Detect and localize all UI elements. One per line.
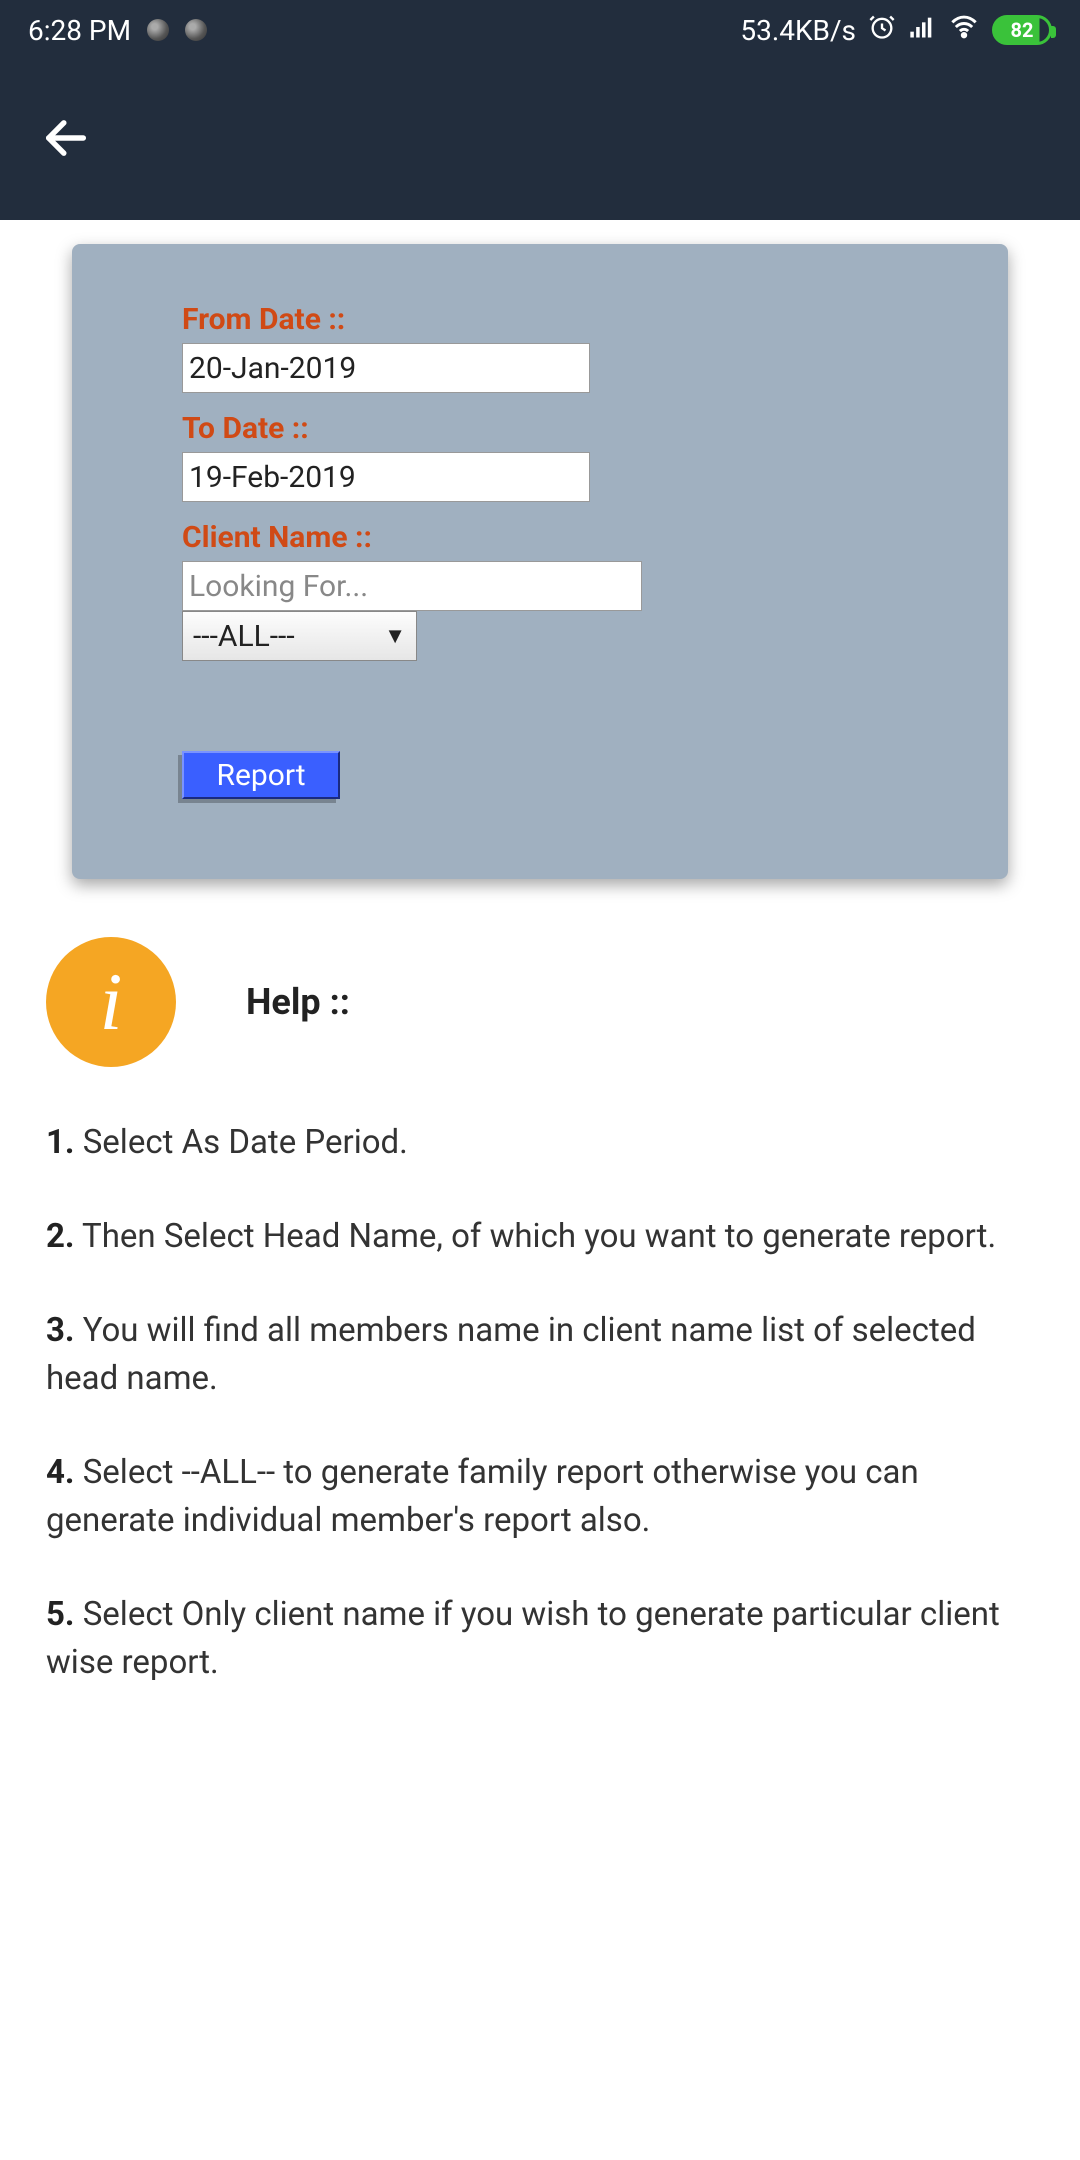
to-date-input[interactable]: 19-Feb-2019	[182, 452, 590, 502]
info-icon: i	[46, 937, 176, 1067]
status-dot-icon	[185, 19, 207, 41]
select-value: ---ALL---	[193, 619, 295, 654]
status-dot-icon	[147, 19, 169, 41]
signal-icon	[908, 13, 936, 48]
help-item: 3. You will find all members name in cli…	[46, 1307, 1034, 1403]
client-name-input[interactable]: Looking For...	[182, 561, 642, 611]
help-instructions: 1. Select As Date Period. 2. Then Select…	[46, 1119, 1034, 1687]
help-item: 1. Select As Date Period.	[46, 1119, 1034, 1167]
alarm-icon	[868, 13, 896, 48]
help-header: i Help ::	[46, 937, 1080, 1067]
chevron-down-icon: ▼	[384, 623, 406, 649]
help-item: 2. Then Select Head Name, of which you w…	[46, 1213, 1034, 1261]
report-button[interactable]: Report	[182, 751, 340, 799]
wifi-icon	[948, 13, 980, 48]
help-item: 4. Select --ALL-- to generate family rep…	[46, 1449, 1034, 1545]
status-time: 6:28 PM	[28, 14, 131, 47]
back-arrow-icon[interactable]	[40, 112, 92, 168]
help-item: 5. Select Only client name if you wish t…	[46, 1591, 1034, 1687]
from-date-input[interactable]: 20-Jan-2019	[182, 343, 590, 393]
status-bar: 6:28 PM 53.4KB/s 82	[0, 0, 1080, 60]
help-title: Help ::	[246, 981, 350, 1023]
network-speed: 53.4KB/s	[740, 14, 856, 47]
client-filter-select[interactable]: ---ALL--- ▼	[182, 611, 417, 661]
app-bar	[0, 60, 1080, 220]
report-form-card: From Date :: 20-Jan-2019 To Date :: 19-F…	[72, 244, 1008, 879]
to-date-label: To Date ::	[182, 411, 898, 446]
client-name-label: Client Name ::	[182, 520, 898, 555]
battery-icon: 82	[992, 15, 1052, 45]
from-date-label: From Date ::	[182, 302, 898, 337]
